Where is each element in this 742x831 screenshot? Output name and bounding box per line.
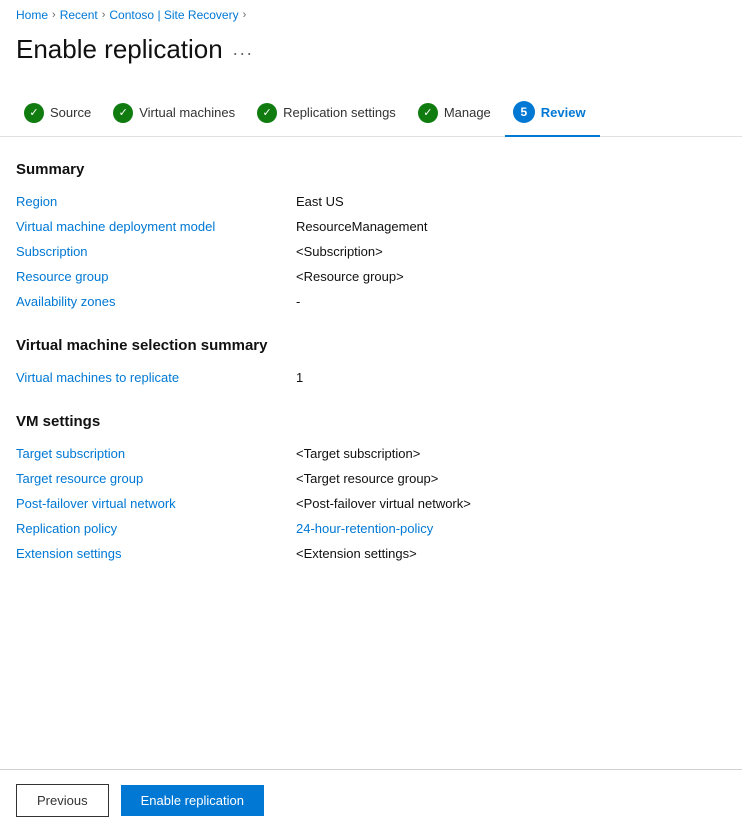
vms-value-target-rg: <Target resource group> — [296, 471, 726, 486]
step-manage[interactable]: ✓ Manage — [410, 95, 505, 135]
summary-table: Region East US Virtual machine deploymen… — [16, 194, 726, 309]
breadcrumb-home[interactable]: Home — [16, 8, 48, 22]
summary-value-resource-group: <Resource group> — [296, 269, 726, 284]
vm-selection-label[interactable]: Virtual machines to replicate — [16, 370, 296, 385]
step-rep-label: Replication settings — [283, 105, 396, 120]
vm-settings-table: Target subscription <Target subscription… — [16, 446, 726, 561]
vms-label-ext-settings[interactable]: Extension settings — [16, 546, 296, 561]
vms-label-failover-vnet[interactable]: Post-failover virtual network — [16, 496, 296, 511]
summary-value-availability-zones: - — [296, 294, 726, 309]
step-review-label: Review — [541, 105, 586, 120]
summary-value-region: East US — [296, 194, 726, 209]
summary-label-subscription[interactable]: Subscription — [16, 244, 296, 259]
step-review[interactable]: 5 Review — [505, 93, 600, 137]
wizard-steps: ✓ Source ✓ Virtual machines ✓ Replicatio… — [0, 81, 742, 137]
step-vm-check-icon: ✓ — [113, 103, 133, 123]
step-manage-label: Manage — [444, 105, 491, 120]
vms-value-rep-policy[interactable]: 24-hour-retention-policy — [296, 521, 726, 536]
breadcrumb-sep-1: › — [52, 9, 56, 21]
vms-label-target-sub[interactable]: Target subscription — [16, 446, 296, 461]
step-source-label: Source — [50, 105, 91, 120]
main-content: Summary Region East US Virtual machine d… — [0, 137, 742, 605]
summary-label-deployment[interactable]: Virtual machine deployment model — [16, 219, 296, 234]
vm-settings-section: VM settings Target subscription <Target … — [16, 413, 726, 561]
vms-value-ext-settings: <Extension settings> — [296, 546, 726, 561]
vms-label-rep-policy[interactable]: Replication policy — [16, 521, 296, 536]
step-source[interactable]: ✓ Source — [16, 95, 105, 135]
vms-value-target-sub: <Target subscription> — [296, 446, 726, 461]
vm-selection-heading: Virtual machine selection summary — [16, 337, 726, 354]
step-replication-settings[interactable]: ✓ Replication settings — [249, 95, 410, 135]
step-vm-label: Virtual machines — [139, 105, 235, 120]
vms-value-failover-vnet: <Post-failover virtual network> — [296, 496, 726, 511]
summary-section: Summary Region East US Virtual machine d… — [16, 161, 726, 309]
vm-selection-table: Virtual machines to replicate 1 — [16, 370, 726, 385]
summary-label-resource-group[interactable]: Resource group — [16, 269, 296, 284]
breadcrumb-contoso[interactable]: Contoso | Site Recovery — [109, 8, 238, 22]
step-review-number-icon: 5 — [513, 101, 535, 123]
vm-selection-value: 1 — [296, 370, 726, 385]
breadcrumb-sep-2: › — [102, 9, 106, 21]
footer: Previous Enable replication — [0, 769, 742, 831]
summary-label-availability-zones[interactable]: Availability zones — [16, 294, 296, 309]
breadcrumb: Home › Recent › Contoso | Site Recovery … — [0, 0, 742, 30]
page-title: Enable replication — [16, 34, 223, 65]
step-rep-check-icon: ✓ — [257, 103, 277, 123]
summary-heading: Summary — [16, 161, 726, 178]
page-title-area: Enable replication ... — [0, 30, 742, 81]
summary-value-subscription: <Subscription> — [296, 244, 726, 259]
summary-value-deployment: ResourceManagement — [296, 219, 726, 234]
step-virtual-machines[interactable]: ✓ Virtual machines — [105, 95, 249, 135]
enable-replication-button[interactable]: Enable replication — [121, 785, 264, 816]
vm-settings-heading: VM settings — [16, 413, 726, 430]
vms-label-target-rg[interactable]: Target resource group — [16, 471, 296, 486]
vm-selection-section: Virtual machine selection summary Virtua… — [16, 337, 726, 385]
breadcrumb-recent[interactable]: Recent — [60, 8, 98, 22]
page-title-options[interactable]: ... — [233, 39, 254, 60]
step-manage-check-icon: ✓ — [418, 103, 438, 123]
summary-label-region[interactable]: Region — [16, 194, 296, 209]
breadcrumb-sep-3: › — [243, 9, 247, 21]
step-source-check-icon: ✓ — [24, 103, 44, 123]
previous-button[interactable]: Previous — [16, 784, 109, 817]
